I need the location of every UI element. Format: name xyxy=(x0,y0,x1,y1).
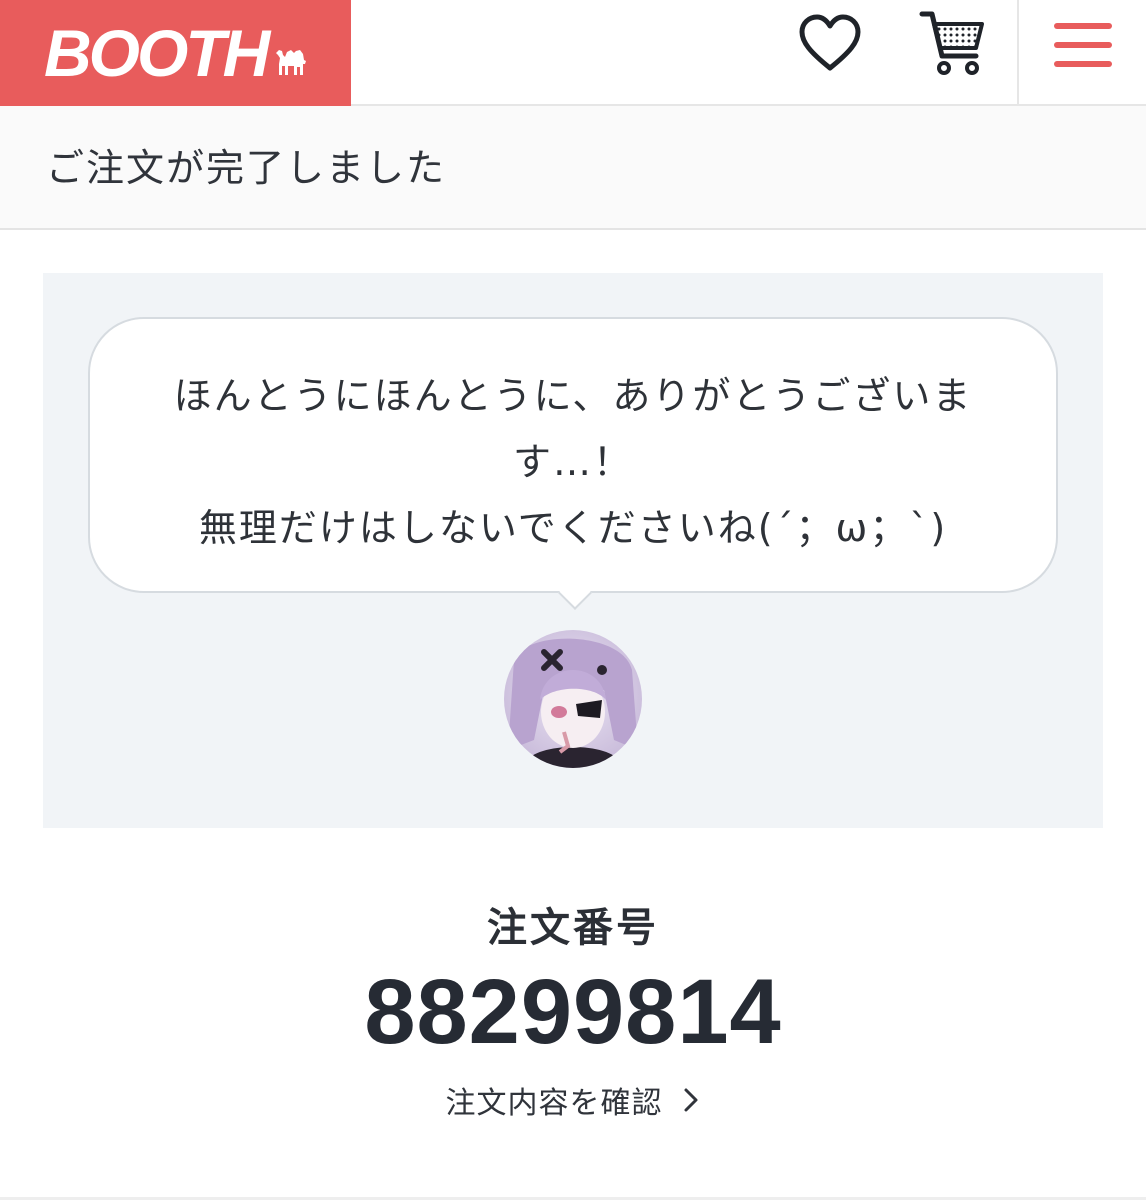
view-order-label: 注文内容を確認 xyxy=(445,1086,663,1121)
order-number-label: 注文番号 xyxy=(487,905,659,951)
order-number: 88299814 xyxy=(364,961,782,1063)
app-header: BOOTH xyxy=(0,0,1146,106)
favorites-button[interactable] xyxy=(798,14,862,74)
cart-icon xyxy=(919,11,984,75)
hamburger-menu-icon[interactable] xyxy=(1054,23,1112,67)
chevron-right-icon xyxy=(684,1088,697,1112)
booth-logo[interactable]: BOOTH xyxy=(0,0,351,106)
view-order-link[interactable]: 注文内容を確認 xyxy=(0,1078,1146,1122)
cart-button[interactable] xyxy=(918,8,988,78)
heart-icon xyxy=(799,14,861,71)
thanks-speech-bubble: ほんとうにほんとうに、ありがとうございます…！ 無理だけはしないでくださいね(´… xyxy=(88,317,1058,593)
thanks-message: ほんとうにほんとうに、ありがとうございます…！ 無理だけはしないでくださいね(´… xyxy=(173,374,973,550)
creator-avatar[interactable] xyxy=(504,630,642,768)
avatar-image xyxy=(504,630,642,768)
camel-icon xyxy=(276,50,307,75)
title-bar: ご注文が完了しました xyxy=(0,106,1146,230)
menu-divider xyxy=(1017,0,1019,104)
page-title: ご注文が完了しました xyxy=(46,146,447,190)
logo-text: BOOTH xyxy=(44,16,270,90)
thanks-panel: ほんとうにほんとうに、ありがとうございます…！ 無理だけはしないでくださいね(´… xyxy=(43,273,1103,828)
